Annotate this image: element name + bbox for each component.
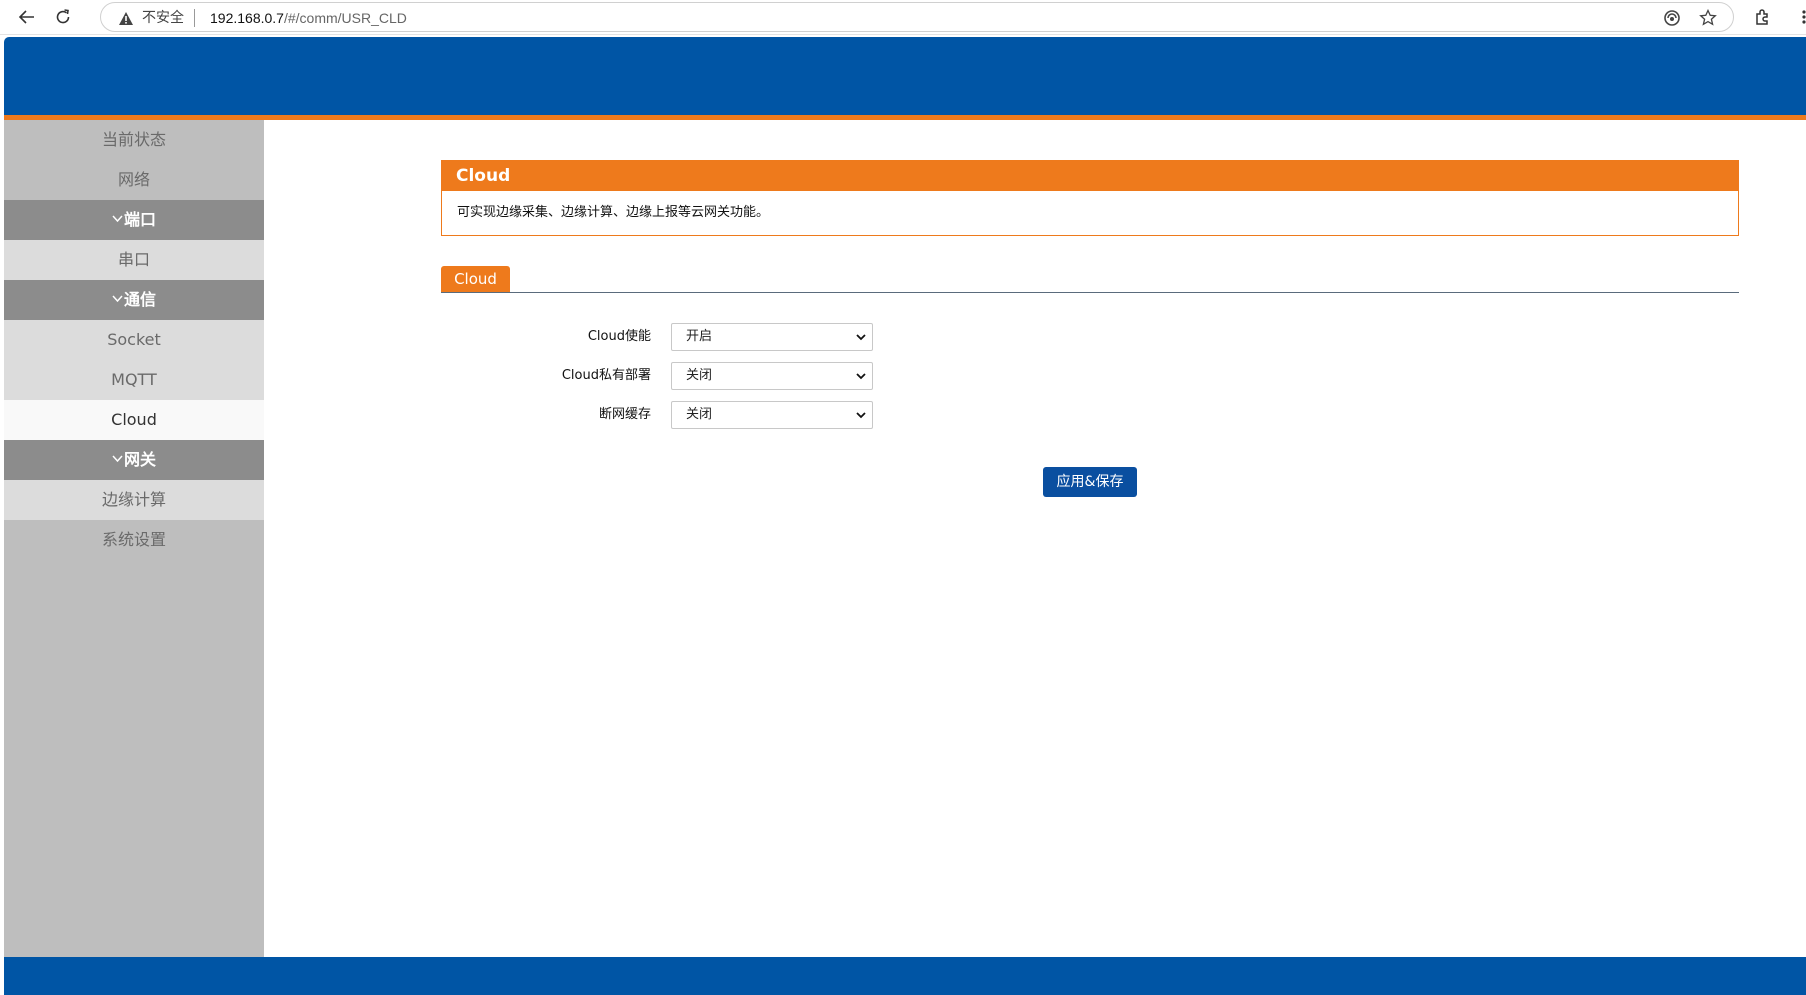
page-footer — [4, 957, 1806, 995]
sidebar-item-label: 边缘计算 — [101, 490, 166, 509]
panel-title: Cloud — [442, 161, 1738, 191]
form-row-cloud-private: Cloud私有部署 关闭 — [441, 362, 1041, 390]
back-arrow-icon[interactable] — [14, 4, 40, 30]
url-text: 192.168.0.7/#/comm/USR_CLD — [210, 9, 407, 27]
tab-underline — [441, 292, 1739, 293]
sidebar-group-port[interactable]: 端口 — [4, 200, 264, 240]
warning-icon — [117, 9, 135, 27]
address-separator — [194, 9, 195, 27]
reload-icon[interactable] — [50, 4, 76, 30]
sidebar-item-label: Socket — [107, 330, 161, 349]
address-bar[interactable]: 不安全 192.168.0.7/#/comm/USR_CLD — [100, 2, 1734, 32]
chevron-down-icon — [112, 455, 123, 463]
sidebar-item-label: 网络 — [117, 170, 150, 189]
insecure-label: 不安全 — [142, 10, 184, 26]
chevron-down-icon — [856, 334, 866, 341]
sidebar-item-label: 通信 — [123, 290, 156, 309]
url-host: 192.168.0.7 — [210, 10, 284, 26]
sidebar-item-socket[interactable]: Socket — [4, 320, 264, 360]
sidebar-item-edge-computing[interactable]: 边缘计算 — [4, 480, 264, 520]
sidebar-item-status[interactable]: 当前状态 — [4, 120, 264, 160]
cloud-enable-select[interactable]: 开启 — [671, 323, 873, 351]
star-icon[interactable] — [1698, 8, 1718, 28]
sidebar-item-label: Cloud — [111, 410, 157, 429]
select-value: 开启 — [686, 329, 713, 344]
form-label: Cloud私有部署 — [561, 368, 651, 383]
form-label: 断网缓存 — [598, 407, 651, 422]
page-header — [4, 37, 1806, 115]
form-label: Cloud使能 — [587, 329, 651, 344]
chevron-down-icon — [112, 295, 123, 303]
panel-description: 可实现边缘采集、边缘计算、边缘上报等云网关功能。 — [457, 205, 770, 220]
extensions-icon[interactable] — [1749, 4, 1775, 30]
cloud-private-select[interactable]: 关闭 — [671, 362, 873, 390]
sidebar-item-serial[interactable]: 串口 — [4, 240, 264, 280]
sidebar-item-label: 串口 — [117, 250, 150, 269]
header-accent-stripe — [4, 115, 1806, 120]
select-value: 关闭 — [686, 407, 713, 422]
apply-save-button[interactable]: 应用&保存 — [1043, 467, 1137, 497]
sidebar-group-gateway[interactable]: 网关 — [4, 440, 264, 480]
chevron-down-icon — [856, 412, 866, 419]
sidebar-group-communication[interactable]: 通信 — [4, 280, 264, 320]
sidebar-item-mqtt[interactable]: MQTT — [4, 360, 264, 400]
chevron-down-icon — [112, 215, 123, 223]
menu-icon[interactable] — [1790, 4, 1806, 30]
sidebar: 当前状态 网络 端口 串口 通信 Socket MQTT Cloud 网关 边缘… — [4, 120, 264, 957]
sidebar-item-label: 系统设置 — [101, 530, 166, 549]
form-row-cloud-enable: Cloud使能 开启 — [441, 323, 1041, 351]
sidebar-item-label: 端口 — [123, 210, 156, 229]
sidebar-item-cloud[interactable]: Cloud — [4, 400, 264, 440]
sidebar-item-network[interactable]: 网络 — [4, 160, 264, 200]
chevron-down-icon — [856, 373, 866, 380]
url-path: /#/comm/USR_CLD — [283, 10, 407, 26]
tab-cloud[interactable]: Cloud — [441, 266, 510, 293]
sidebar-item-label: 网关 — [123, 450, 156, 469]
sidebar-item-system-settings[interactable]: 系统设置 — [4, 520, 264, 560]
select-value: 关闭 — [686, 368, 713, 383]
info-panel: Cloud 可实现边缘采集、边缘计算、边缘上报等云网关功能。 — [441, 160, 1739, 236]
translate-icon[interactable] — [1662, 8, 1682, 28]
browser-toolbar: 不安全 192.168.0.7/#/comm/USR_CLD — [0, 0, 1806, 35]
offline-cache-select[interactable]: 关闭 — [671, 401, 873, 429]
form-row-offline-cache: 断网缓存 关闭 — [441, 401, 1041, 429]
sidebar-item-label: 当前状态 — [101, 130, 166, 149]
sidebar-item-label: MQTT — [111, 370, 157, 389]
